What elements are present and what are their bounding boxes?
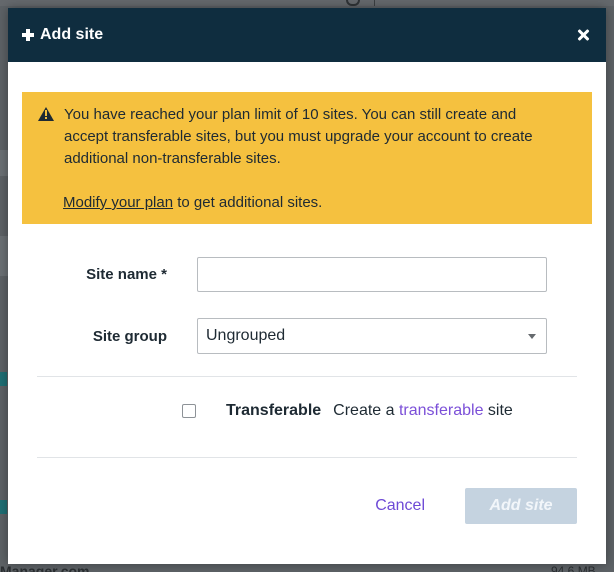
background-tag (0, 372, 7, 386)
modify-plan-link[interactable]: Modify your plan (63, 194, 173, 211)
modal-header: Add site (8, 8, 606, 62)
alert-plan-line: Modify your plan to get additional sites… (63, 192, 576, 214)
modal-title: Add site (40, 26, 104, 43)
plus-icon (22, 29, 34, 41)
plan-limit-alert: You have reached your plan limit of 10 s… (22, 92, 592, 224)
add-site-modal: Add site You have reached your plan limi… (8, 8, 606, 564)
site-name-input[interactable] (197, 256, 547, 292)
transferable-desc-prefix: Create a (333, 402, 399, 419)
alert-row: You have reached your plan limit of 10 s… (38, 104, 576, 170)
modal-footer: Cancel Add site (22, 488, 592, 524)
background-row (0, 150, 8, 176)
warning-icon (38, 107, 54, 121)
site-group-select[interactable]: Ungrouped (197, 318, 547, 354)
site-name-label: Site name * (86, 265, 167, 283)
close-icon[interactable] (576, 27, 592, 43)
modal-title-wrap: Add site (22, 26, 103, 44)
add-site-button[interactable]: Add site (465, 488, 577, 524)
alert-message: You have reached your plan limit of 10 s… (64, 106, 533, 167)
transferable-desc-suffix: site (483, 402, 513, 419)
transferable-row: Transferable Create a transferable site (22, 393, 592, 429)
cancel-button[interactable]: Cancel (375, 497, 425, 515)
site-group-row: Site group Ungrouped (22, 318, 592, 354)
background-tag (0, 500, 7, 514)
background-topbar (0, 0, 614, 6)
alert-plan-suffix: to get additional sites. (173, 194, 323, 211)
transferable-description: Create a transferable site (333, 402, 513, 420)
site-group-label: Site group (92, 327, 167, 345)
background-divider (374, 0, 375, 6)
transferable-label: Transferable (226, 402, 322, 419)
site-group-value: Ungrouped (206, 327, 286, 344)
transferable-checkbox[interactable] (182, 404, 196, 418)
site-name-row: Site name * (22, 256, 592, 292)
modal-body: You have reached your plan limit of 10 s… (8, 62, 606, 524)
transferable-help-link[interactable]: transferable (399, 402, 484, 419)
background-row (0, 236, 8, 276)
caret-down-icon (528, 333, 536, 339)
